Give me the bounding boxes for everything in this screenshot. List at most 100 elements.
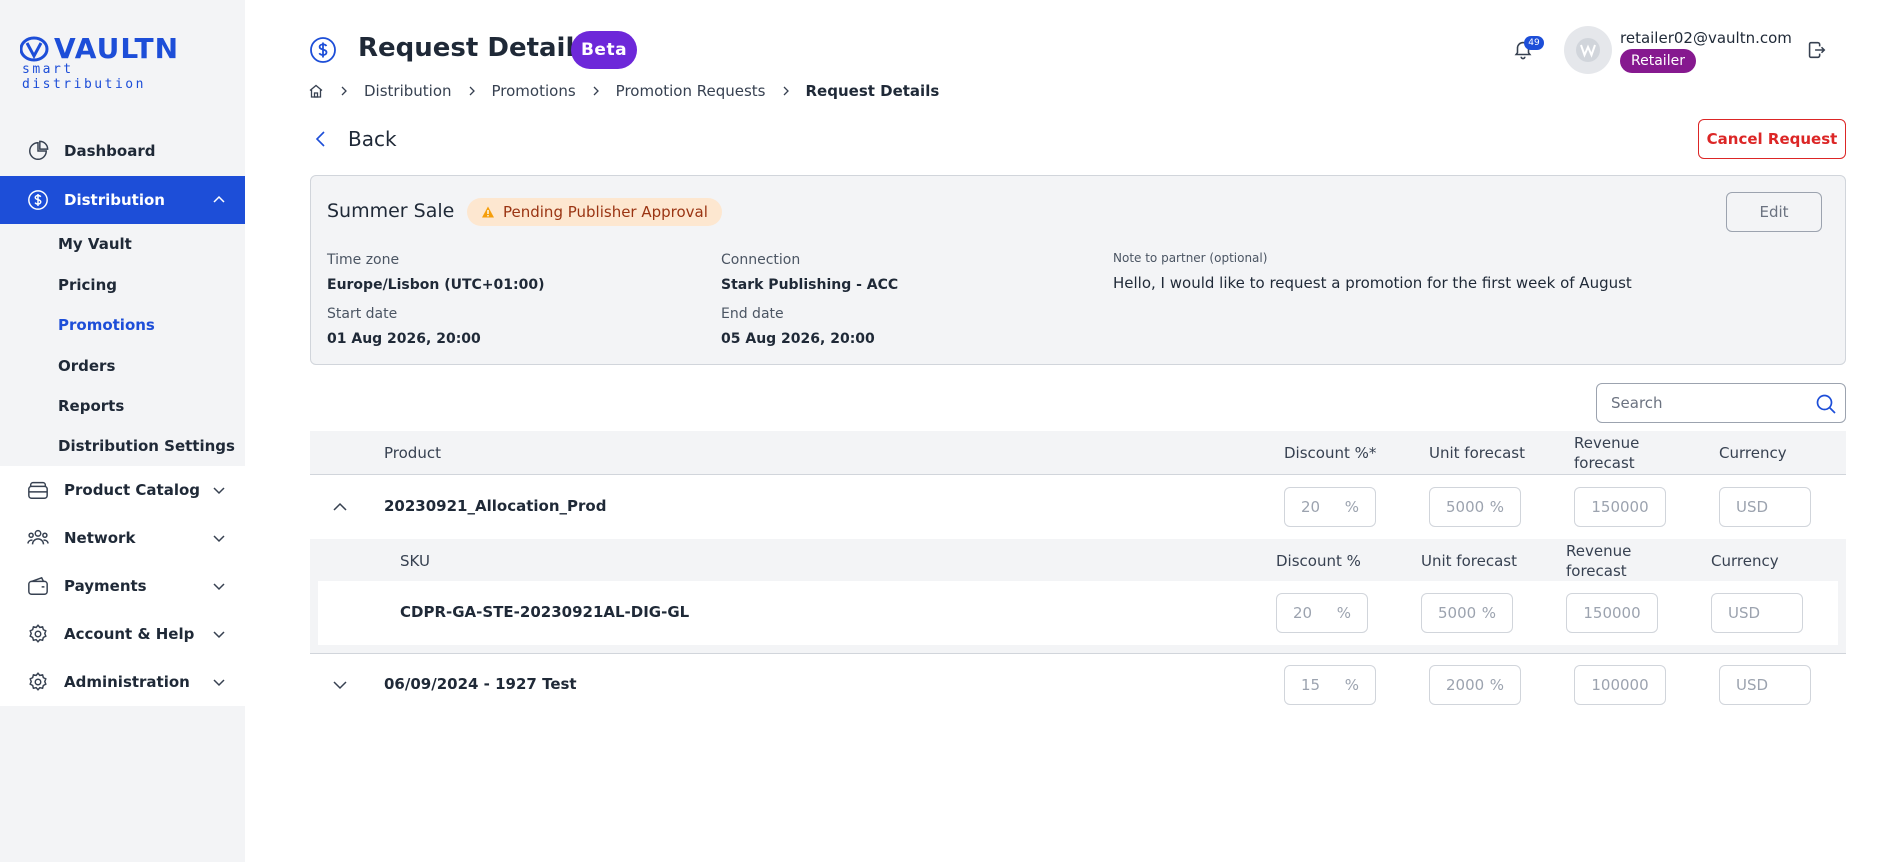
sidebar-item-product-catalog[interactable]: Product Catalog [0, 466, 245, 514]
cancel-request-button[interactable]: Cancel Request [1698, 119, 1846, 159]
product-name: 20230921_Allocation_Prod [384, 497, 607, 515]
col-unit-forecast: Unit forecast [1429, 444, 1525, 462]
dollar-circle-icon [310, 37, 336, 63]
search-input[interactable] [1611, 393, 1801, 413]
sidebar-sub-my-vault[interactable]: My Vault [58, 235, 132, 253]
chevron-down-icon [213, 631, 225, 639]
currency-value: USD [1736, 498, 1769, 516]
table-header: Product Discount %* Unit forecast Revenu… [310, 431, 1846, 475]
discount-input[interactable]: 20% [1284, 487, 1376, 527]
chevron-up-icon[interactable] [330, 497, 350, 517]
back-button[interactable]: Back [312, 127, 397, 151]
percent-unit: % [1489, 498, 1504, 516]
sku-row: CDPR-GA-STE-20230921AL-DIG-GL 20% 5000% … [318, 581, 1838, 645]
role-badge: Retailer [1620, 49, 1696, 73]
sku-revenue-forecast-value: 150000 [1583, 604, 1641, 622]
col-product: Product [384, 444, 441, 462]
sidebar-sub-distribution-settings[interactable]: Distribution Settings [58, 437, 235, 455]
sku-code: CDPR-GA-STE-20230921AL-DIG-GL [400, 603, 690, 621]
col-sku-revenue-line2: forecast [1566, 562, 1627, 580]
avatar-logo-icon [1576, 38, 1600, 62]
table-row: 06/09/2024 - 1927 Test 15% 2000% 100000 … [310, 655, 1846, 719]
chevron-down-icon [213, 679, 225, 687]
note-label: Note to partner (optional) [1113, 251, 1268, 265]
percent-unit: % [1336, 604, 1351, 622]
end-date-label: End date [721, 306, 784, 322]
sidebar-item-distribution[interactable]: Distribution [0, 176, 245, 224]
sidebar-item-account-help[interactable]: Account & Help [0, 610, 245, 658]
col-discount: Discount %* [1284, 444, 1377, 462]
sidebar-item-label: Dashboard [64, 142, 156, 160]
breadcrumb-promotion-requests[interactable]: Promotion Requests [616, 82, 766, 100]
unit-forecast-value: 2000 [1446, 676, 1485, 694]
warning-icon [482, 206, 494, 218]
beta-badge: Beta [571, 31, 637, 69]
discount-input[interactable]: 15% [1284, 665, 1376, 705]
wallet-icon [26, 574, 50, 598]
sku-subtable: SKU Discount % Unit forecast Revenue for… [310, 539, 1846, 654]
connection-value: Stark Publishing - ACC [721, 277, 899, 293]
unit-forecast-input[interactable]: 2000% [1429, 665, 1521, 705]
gear-icon [26, 670, 50, 694]
sku-currency-value: USD [1728, 604, 1761, 622]
edit-button[interactable]: Edit [1726, 192, 1822, 232]
col-sku-revenue-line1: Revenue [1566, 542, 1632, 560]
network-icon [26, 526, 50, 550]
breadcrumb-distribution[interactable]: Distribution [364, 82, 452, 100]
revenue-forecast-input[interactable]: 150000 [1574, 487, 1666, 527]
percent-unit: % [1489, 676, 1504, 694]
currency-input[interactable]: USD [1719, 665, 1811, 705]
col-sku-currency: Currency [1711, 552, 1779, 570]
sku-discount-input[interactable]: 20% [1276, 593, 1368, 633]
chevron-down-icon[interactable] [330, 675, 350, 695]
promotion-title: Summer Sale [327, 200, 455, 222]
percent-unit: % [1344, 676, 1359, 694]
chevron-down-icon [213, 487, 225, 495]
logo-mark-icon [20, 36, 49, 62]
sidebar: VAULTN smart distribution Dashboard Dist… [0, 0, 245, 862]
chevron-right-icon [779, 84, 793, 98]
home-icon[interactable] [308, 83, 324, 99]
product-name: 06/09/2024 - 1927 Test [384, 675, 577, 693]
sidebar-sub-pricing[interactable]: Pricing [58, 276, 117, 294]
sku-subtable-header: SKU Discount % Unit forecast Revenue for… [310, 539, 1846, 581]
unit-forecast-input[interactable]: 5000% [1429, 487, 1521, 527]
breadcrumb: Distribution Promotions Promotion Reques… [308, 80, 939, 102]
chevron-left-icon [315, 131, 325, 147]
sidebar-item-network[interactable]: Network [0, 514, 245, 562]
revenue-forecast-input[interactable]: 100000 [1574, 665, 1666, 705]
avatar[interactable] [1564, 26, 1612, 74]
sidebar-item-payments[interactable]: Payments [0, 562, 245, 610]
sidebar-item-dashboard[interactable]: Dashboard [0, 127, 245, 175]
start-date-label: Start date [327, 306, 398, 322]
col-currency: Currency [1719, 444, 1787, 462]
sidebar-item-label: Network [64, 529, 136, 547]
sku-unit-forecast-value: 5000 [1438, 604, 1477, 622]
sidebar-sub-promotions[interactable]: Promotions [58, 316, 155, 334]
connection-label: Connection [721, 252, 801, 268]
breadcrumb-promotions[interactable]: Promotions [492, 82, 576, 100]
sidebar-item-administration[interactable]: Administration [0, 658, 245, 706]
sidebar-sub-orders[interactable]: Orders [58, 357, 115, 375]
sidebar-item-label: Product Catalog [64, 481, 201, 499]
sidebar-sub-reports[interactable]: Reports [58, 397, 124, 415]
sku-currency-input[interactable]: USD [1711, 593, 1803, 633]
sidebar-item-label: Payments [64, 577, 147, 595]
sidebar-item-label: Account & Help [64, 625, 195, 643]
sku-unit-forecast-input[interactable]: 5000% [1421, 593, 1513, 633]
revenue-forecast-value: 150000 [1591, 498, 1649, 516]
sku-revenue-forecast-input[interactable]: 150000 [1566, 593, 1658, 633]
chevron-right-icon [337, 84, 351, 98]
vaultn-logo[interactable]: VAULTN smart distribution [20, 32, 180, 92]
chevron-right-icon [465, 84, 479, 98]
chevron-down-icon [213, 535, 225, 543]
notification-count-badge: 49 [1524, 36, 1544, 50]
logout-icon[interactable] [1805, 39, 1827, 61]
percent-unit: % [1344, 498, 1359, 516]
col-sku: SKU [400, 552, 430, 570]
discount-value: 20 [1301, 498, 1321, 516]
currency-input[interactable]: USD [1719, 487, 1811, 527]
percent-unit: % [1481, 604, 1496, 622]
search-icon[interactable] [1815, 393, 1837, 415]
timezone-label: Time zone [327, 252, 400, 268]
